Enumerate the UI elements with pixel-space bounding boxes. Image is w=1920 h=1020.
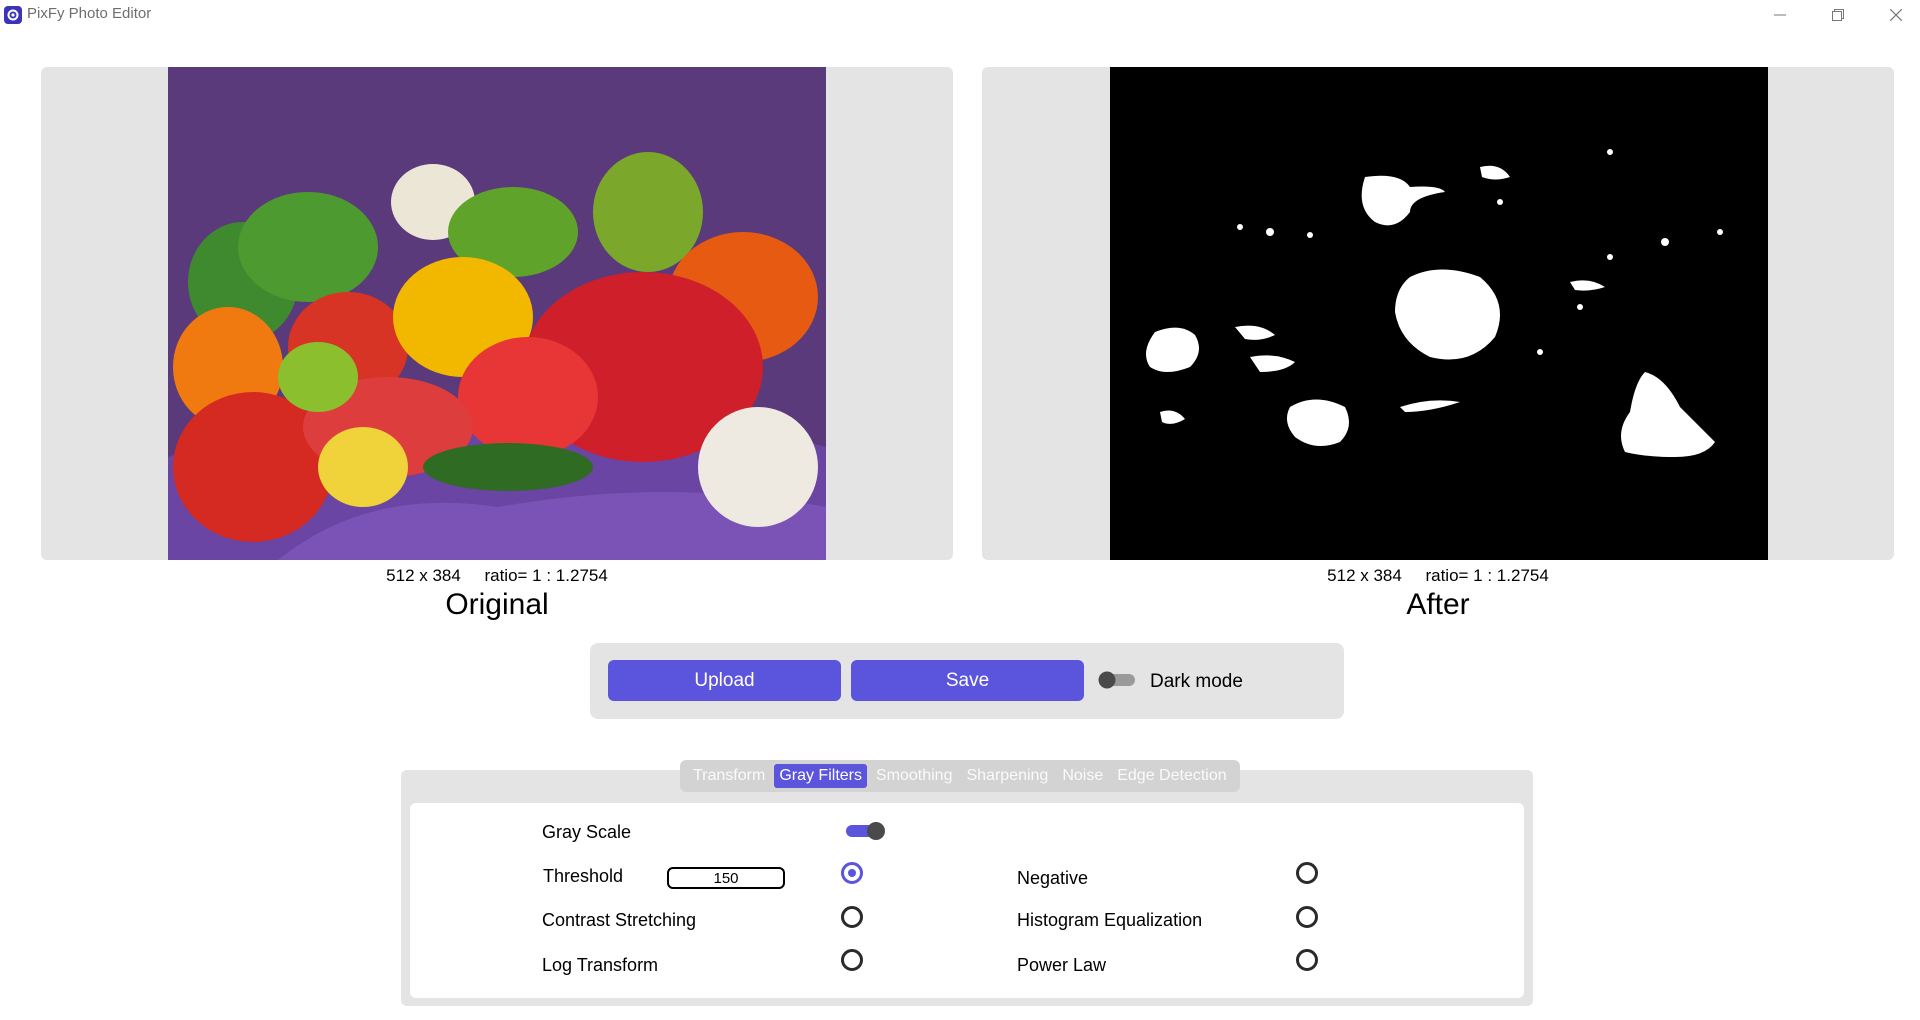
window-title: PixFy Photo Editor <box>27 5 152 22</box>
power-law-label: Power Law <box>1017 955 1107 975</box>
histogram-equalization-radio[interactable] <box>1296 906 1318 928</box>
tab-sharpening[interactable]: Sharpening <box>961 764 1053 788</box>
minimize-button[interactable] <box>1752 2 1808 28</box>
upload-button[interactable]: Upload <box>608 660 841 701</box>
app-logo-icon <box>4 6 22 24</box>
gray-scale-toggle[interactable] <box>844 821 886 841</box>
original-image <box>168 67 826 560</box>
negative-label: Negative <box>1017 868 1089 888</box>
power-law-radio[interactable] <box>1296 949 1318 971</box>
tab-noise[interactable]: Noise <box>1057 764 1108 788</box>
tab-edge-detection[interactable]: Edge Detection <box>1112 764 1231 788</box>
contrast-stretching-label: Contrast Stretching <box>542 910 697 930</box>
gray-scale-label: Gray Scale <box>542 822 632 842</box>
dark-mode-label: Dark mode <box>1150 671 1243 692</box>
after-image <box>1110 67 1768 560</box>
title-bar: PixFy Photo Editor <box>0 0 1920 30</box>
original-caption: Original <box>445 588 549 621</box>
filter-tabs: Transform Gray Filters Smoothing Sharpen… <box>680 760 1240 792</box>
threshold-label: Threshold <box>543 866 624 886</box>
negative-radio[interactable] <box>1296 862 1318 884</box>
threshold-radio[interactable] <box>841 862 863 884</box>
after-dimensions: 512 x 384 ratio= 1 : 1.2754 <box>1327 566 1549 585</box>
tab-gray-filters[interactable]: Gray Filters <box>774 764 867 788</box>
restore-button[interactable] <box>1810 2 1866 28</box>
contrast-stretching-radio[interactable] <box>841 906 863 928</box>
original-dimensions: 512 x 384 ratio= 1 : 1.2754 <box>386 566 608 585</box>
dark-mode-toggle[interactable] <box>1097 671 1137 689</box>
after-caption: After <box>1406 588 1470 621</box>
threshold-input[interactable]: 150 <box>667 867 785 889</box>
save-button[interactable]: Save <box>851 660 1084 701</box>
tab-transform[interactable]: Transform <box>688 764 770 788</box>
histogram-equalization-label: Histogram Equalization <box>1017 910 1203 930</box>
log-transform-label: Log Transform <box>542 955 659 975</box>
close-button[interactable] <box>1868 2 1920 28</box>
log-transform-radio[interactable] <box>841 949 863 971</box>
tab-smoothing[interactable]: Smoothing <box>871 764 958 788</box>
